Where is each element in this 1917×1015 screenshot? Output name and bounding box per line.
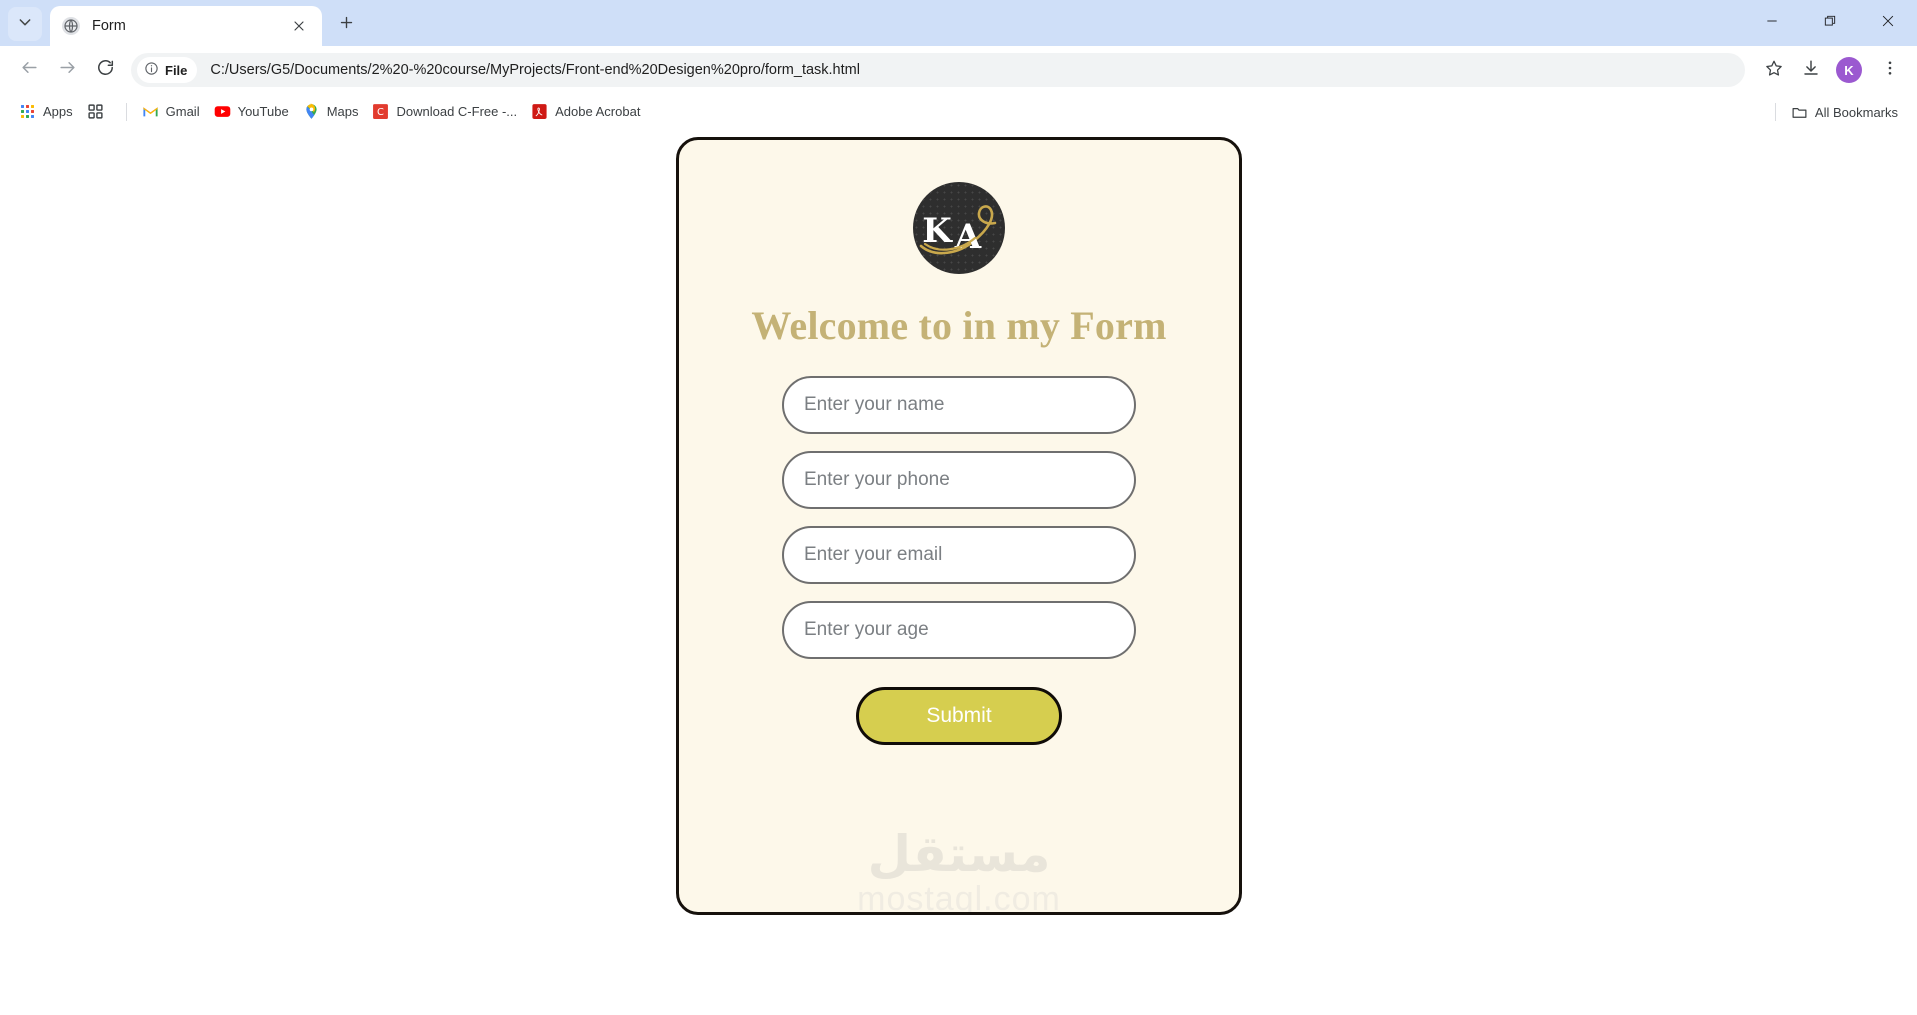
bookmark-label: Download C-Free -... (396, 104, 518, 119)
name-input[interactable] (782, 376, 1136, 434)
browser-toolbar: File C:/Users/G5/Documents/2%20-%20cours… (0, 46, 1917, 94)
close-icon[interactable] (288, 15, 310, 37)
site-info-chip[interactable]: File (137, 57, 198, 83)
chrome-menu-button[interactable] (1873, 53, 1907, 87)
url-text[interactable]: C:/Users/G5/Documents/2%20-%20course/MyP… (210, 62, 1739, 78)
back-button[interactable] (10, 51, 48, 89)
bookmark-label: Gmail (165, 104, 200, 119)
reload-icon (96, 58, 115, 82)
gmail-icon (142, 103, 159, 120)
page-title: Welcome to in my Form (751, 303, 1167, 348)
svg-text:A: A (954, 217, 982, 257)
all-bookmarks-label: All Bookmarks (1814, 104, 1898, 120)
submit-button[interactable]: Submit (856, 687, 1062, 745)
bookmark-star-button[interactable] (1757, 53, 1791, 87)
google-maps-icon (303, 103, 320, 120)
arrow-right-icon (58, 58, 77, 82)
address-bar[interactable]: File C:/Users/G5/Documents/2%20-%20cours… (131, 53, 1745, 87)
bookmark-label: Adobe Acrobat (555, 104, 641, 119)
bookmarks-divider (125, 102, 127, 121)
adobe-acrobat-icon (531, 103, 548, 120)
tab-title: Form (92, 18, 126, 34)
maximize-restore-icon (1823, 14, 1837, 33)
reload-button[interactable] (86, 51, 124, 89)
download-icon (1802, 59, 1820, 82)
three-dot-menu-icon (1881, 59, 1899, 82)
all-bookmarks-section: All Bookmarks (1767, 94, 1905, 130)
star-icon (1765, 59, 1783, 82)
form-fields (782, 376, 1136, 659)
bookmark-item-maps[interactable]: Maps (296, 99, 366, 124)
info-circle-icon (144, 61, 159, 79)
chevron-down-icon (17, 14, 33, 35)
browser-window: Form File C:/Users/G5/Documents/2%20-%20… (0, 0, 1917, 1015)
tab-strip: Form (0, 0, 1917, 46)
bookmark-label: YouTube (237, 104, 289, 119)
window-controls (1743, 0, 1917, 46)
youtube-icon (214, 103, 231, 120)
bookmark-label: Apps (43, 104, 73, 119)
age-input[interactable] (782, 601, 1136, 659)
phone-input[interactable] (782, 451, 1136, 509)
scheme-label: File (165, 62, 188, 78)
ka-monogram-logo: K A (913, 182, 1005, 274)
form-card: K A Welcome to in my Form Submit مستقل m… (676, 137, 1242, 915)
close-window-button[interactable] (1859, 0, 1917, 46)
all-bookmarks-divider (1774, 103, 1776, 121)
bookmark-item-apps[interactable]: Apps (12, 99, 80, 124)
email-input[interactable] (782, 526, 1136, 584)
svg-text:C: C (378, 107, 385, 118)
arrow-left-icon (20, 58, 39, 82)
reading-list-icon (87, 103, 104, 120)
minimize-icon (1765, 14, 1779, 33)
bookmarks-bar: Apps Gmail YouTube Maps C Download C-Fre… (0, 94, 1917, 130)
avatar[interactable]: K (1836, 57, 1862, 83)
maximize-button[interactable] (1801, 0, 1859, 46)
watermark-latin: mostaql.com (857, 879, 1061, 915)
apps-grid-icon (19, 103, 36, 120)
watermark-arabic: مستقل (867, 825, 1051, 884)
cfree-icon: C (372, 103, 389, 120)
forward-button[interactable] (48, 51, 86, 89)
bookmark-item-gmail[interactable]: Gmail (135, 99, 207, 124)
bookmark-item-reading-list[interactable] (80, 99, 118, 124)
bookmark-item-adobe-acrobat[interactable]: Adobe Acrobat (524, 99, 647, 124)
bookmark-item-download-c-free[interactable]: C Download C-Free -... (365, 99, 524, 124)
logo-artwork: K A (919, 205, 997, 257)
globe-icon (62, 17, 80, 35)
mostaql-watermark: مستقل mostaql.com (679, 825, 1239, 915)
page-viewport: K A Welcome to in my Form Submit مستقل m… (0, 130, 1917, 1015)
plus-icon (339, 15, 354, 35)
all-bookmarks-button[interactable]: All Bookmarks (1784, 100, 1905, 125)
tab-search-button[interactable] (8, 7, 42, 41)
new-tab-button[interactable] (330, 9, 362, 41)
bookmark-label: Maps (326, 104, 359, 119)
bookmark-item-youtube[interactable]: YouTube (207, 99, 296, 124)
browser-tab-form[interactable]: Form (50, 6, 322, 46)
minimize-button[interactable] (1743, 0, 1801, 46)
folder-icon (1791, 104, 1808, 121)
window-close-icon (1881, 14, 1895, 33)
downloads-button[interactable] (1794, 53, 1828, 87)
